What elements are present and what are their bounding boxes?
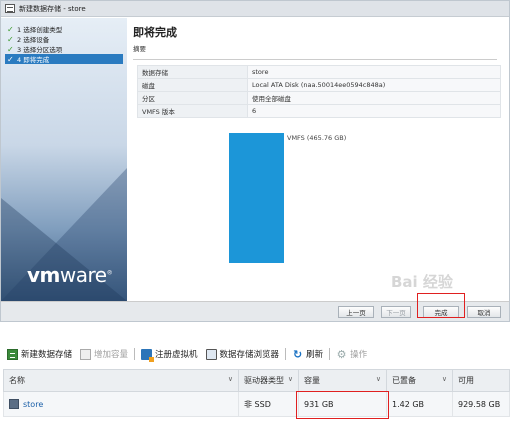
wizard-title: 新建数据存储 - store bbox=[19, 4, 86, 13]
next-button[interactable]: 下一页 bbox=[381, 306, 411, 318]
wizard-step-1[interactable]: ✓ 1 选择创建类型 bbox=[5, 24, 123, 35]
column-label: 驱动器类型 bbox=[244, 376, 284, 385]
add-capacity-button[interactable]: 增加容量 bbox=[76, 348, 132, 360]
column-label: 容量 bbox=[304, 376, 320, 385]
column-header-capacity[interactable]: 容量 ∨ bbox=[298, 369, 387, 392]
column-label: 可用 bbox=[458, 376, 474, 385]
summary-table: 数据存储 store 磁盘 Local ATA Disk (naa.50014e… bbox=[137, 65, 501, 118]
wizard-step-label: 2 选择设备 bbox=[17, 36, 50, 44]
wizard-step-label: 3 选择分区选项 bbox=[17, 46, 63, 54]
check-icon: ✓ bbox=[7, 54, 14, 64]
summary-value: store bbox=[247, 65, 501, 79]
new-datastore-label: 新建数据存储 bbox=[21, 350, 73, 360]
refresh-icon: ↻ bbox=[292, 347, 303, 361]
page-subtitle: 摘要 bbox=[133, 43, 497, 60]
vmfs-partition-label: VMFS (465.76 GB) bbox=[287, 134, 347, 142]
summary-key: 数据存储 bbox=[137, 65, 248, 79]
column-header-free[interactable]: 可用 bbox=[452, 369, 510, 392]
cancel-button[interactable]: 取消 bbox=[467, 306, 501, 318]
datastore-browser-label: 数据存储浏览器 bbox=[219, 350, 280, 360]
refresh-label: 刷新 bbox=[306, 350, 324, 360]
vmware-logo: vmware® bbox=[27, 263, 113, 287]
wizard-step-label: 4 即将完成 bbox=[17, 56, 50, 64]
column-header-provisioned[interactable]: 已置备 ∨ bbox=[386, 369, 453, 392]
chevron-down-icon: ∨ bbox=[441, 375, 447, 383]
table-row[interactable]: store 非 SSD 931 GB 1.42 GB 929.58 GB bbox=[3, 391, 510, 417]
cell-provisioned: 1.42 GB bbox=[386, 391, 453, 417]
new-datastore-button[interactable]: 新建数据存储 bbox=[3, 348, 76, 360]
toolbar-divider bbox=[329, 348, 331, 360]
wizard-step-label: 1 选择创建类型 bbox=[17, 26, 63, 34]
cell-drive-type: 非 SSD bbox=[238, 391, 299, 417]
wizard-titlebar: 新建数据存储 - store bbox=[1, 1, 509, 17]
chevron-down-icon: ∨ bbox=[227, 375, 233, 383]
datastore-name-link[interactable]: store bbox=[23, 400, 43, 409]
summary-key: 分区 bbox=[137, 91, 248, 105]
register-vm-label: 注册虚拟机 bbox=[155, 350, 198, 360]
summary-row: VMFS 版本 6 bbox=[137, 104, 501, 118]
wizard-step-4[interactable]: ✓ 4 即将完成 bbox=[5, 54, 123, 64]
summary-value: 使用全部磁盘 bbox=[247, 91, 501, 105]
cell-free: 929.58 GB bbox=[452, 391, 510, 417]
register-vm-icon bbox=[141, 348, 155, 362]
baidu-watermark: Bai 经验 bbox=[391, 273, 453, 291]
table-header: 名称 ∨ 驱动器类型 ∨ 容量 ∨ 已置备 ∨ 可用 bbox=[3, 369, 510, 392]
page-title: 即将完成 bbox=[133, 26, 177, 39]
refresh-button[interactable]: ↻ 刷新 bbox=[288, 347, 327, 361]
gear-icon: ⚙ bbox=[336, 347, 347, 361]
finish-highlight-box bbox=[417, 293, 465, 318]
wizard-step-3[interactable]: ✓ 3 选择分区选项 bbox=[5, 44, 123, 55]
chevron-down-icon: ∨ bbox=[375, 375, 381, 383]
column-header-drive-type[interactable]: 驱动器类型 ∨ bbox=[238, 369, 299, 392]
datastore-icon bbox=[5, 4, 15, 13]
check-icon: ✓ bbox=[7, 24, 14, 34]
actions-label: 操作 bbox=[350, 350, 368, 360]
new-datastore-icon bbox=[7, 348, 18, 360]
datastore-icon bbox=[9, 399, 19, 409]
summary-key: VMFS 版本 bbox=[137, 104, 248, 118]
summary-row: 分区 使用全部磁盘 bbox=[137, 91, 501, 105]
datastore-browser-icon bbox=[205, 348, 217, 360]
chevron-down-icon: ∨ bbox=[287, 375, 293, 383]
check-icon: ✓ bbox=[7, 44, 14, 54]
capacity-highlight-box bbox=[296, 391, 389, 419]
column-label: 名称 bbox=[9, 376, 25, 385]
summary-key: 磁盘 bbox=[137, 78, 248, 92]
datastore-toolbar: 新建数据存储 增加容量 注册虚拟机 数据存储浏览器 ↻ 刷新 ⚙ 操作 bbox=[3, 345, 510, 363]
add-capacity-label: 增加容量 bbox=[94, 350, 129, 360]
cell-name[interactable]: store bbox=[3, 391, 239, 417]
toolbar-divider bbox=[285, 348, 287, 360]
actions-button[interactable]: ⚙ 操作 bbox=[332, 347, 371, 361]
toolbar-divider bbox=[134, 348, 136, 360]
add-capacity-icon bbox=[80, 348, 92, 360]
new-datastore-wizard: 新建数据存储 - store ✓ 1 选择创建类型 ✓ 2 选择设备 ✓ 3 选… bbox=[0, 0, 510, 322]
summary-row: 数据存储 store bbox=[137, 65, 501, 79]
column-header-name[interactable]: 名称 ∨ bbox=[3, 369, 239, 392]
summary-value: 6 bbox=[247, 104, 501, 118]
previous-button[interactable]: 上一页 bbox=[338, 306, 374, 318]
register-vm-button[interactable]: 注册虚拟机 bbox=[137, 348, 202, 362]
wizard-step-2[interactable]: ✓ 2 选择设备 bbox=[5, 34, 123, 45]
check-icon: ✓ bbox=[7, 34, 14, 44]
column-label: 已置备 bbox=[392, 376, 416, 385]
datastore-browser-button[interactable]: 数据存储浏览器 bbox=[202, 348, 284, 360]
wizard-sidebar: ✓ 1 选择创建类型 ✓ 2 选择设备 ✓ 3 选择分区选项 ✓ 4 即将完成 … bbox=[1, 18, 127, 301]
wizard-steps: ✓ 1 选择创建类型 ✓ 2 选择设备 ✓ 3 选择分区选项 ✓ 4 即将完成 bbox=[5, 24, 123, 64]
vmfs-partition-bar bbox=[229, 133, 284, 263]
wizard-content: 即将完成 摘要 数据存储 store 磁盘 Local ATA Disk (na… bbox=[133, 21, 505, 299]
summary-value: Local ATA Disk (naa.50014ee0594c848a) bbox=[247, 78, 501, 92]
datastore-table: 名称 ∨ 驱动器类型 ∨ 容量 ∨ 已置备 ∨ 可用 store 非 SSD 931 G… bbox=[3, 369, 510, 417]
summary-row: 磁盘 Local ATA Disk (naa.50014ee0594c848a) bbox=[137, 78, 501, 92]
